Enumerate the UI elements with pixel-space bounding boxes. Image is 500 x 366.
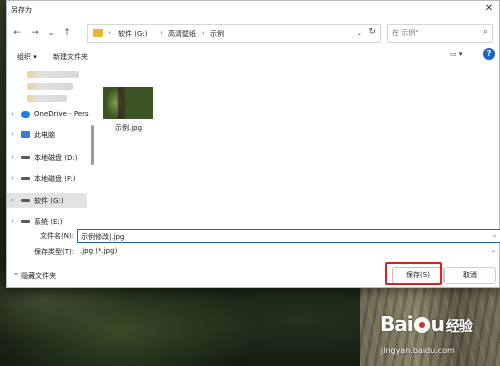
sidebar-item-onedrive[interactable]: › OneDrive - Pers <box>7 107 89 122</box>
computer-icon <box>21 131 30 138</box>
search-input[interactable] <box>392 27 474 39</box>
blurred-item <box>27 71 79 78</box>
brand-left: Bai <box>380 312 414 336</box>
search-box[interactable]: ⌕ <box>387 24 493 43</box>
chevron-right-icon[interactable]: › <box>11 110 14 118</box>
annotation-highlight-box <box>385 262 442 285</box>
search-icon[interactable]: ⌕ <box>483 27 488 37</box>
save-as-dialog: 另存为 ✕ ← → ⌄ ↑ › 软件 (G:) › 高清壁纸 › 示例 ⌄ ↻ … <box>6 0 500 288</box>
sidebar-item-drive-g[interactable]: › 软件 (G:) <box>7 193 87 208</box>
sidebar-item-drive-d[interactable]: › 本地磁盘 (D:) <box>7 150 87 165</box>
breadcrumb-folder[interactable]: 高清壁纸 <box>168 29 196 39</box>
chevron-down-icon[interactable]: ⌄ <box>356 29 362 37</box>
close-icon[interactable]: ✕ <box>483 3 495 15</box>
sidebar-item-label: 软件 (G:) <box>34 197 64 205</box>
drive-icon <box>21 177 30 180</box>
filename-label: 文件名(N): <box>40 232 75 240</box>
blurred-item <box>27 83 73 90</box>
sidebar-item-label: OneDrive - Pers <box>34 110 89 118</box>
cloud-icon <box>21 111 30 118</box>
sidebar-item-label: 此电脑 <box>34 131 55 139</box>
sidebar-item-drive-f[interactable]: › 本地磁盘 (F:) <box>7 171 87 186</box>
help-icon[interactable]: ? <box>483 48 495 60</box>
recent-locations-icon[interactable]: ⌄ <box>45 27 57 39</box>
brand-right: u <box>430 312 445 336</box>
breadcrumb-current[interactable]: 示例 <box>210 29 224 39</box>
chevron-right-icon[interactable]: › <box>11 217 14 225</box>
chevron-right-icon[interactable]: › <box>11 196 14 204</box>
breadcrumb-separator: › <box>160 29 163 37</box>
scrollbar[interactable] <box>91 125 94 165</box>
sidebar-item-label: 系统 (E:) <box>34 218 63 226</box>
file-thumbnail[interactable] <box>103 87 153 119</box>
chevron-right-icon[interactable]: › <box>11 174 14 182</box>
drive-icon <box>21 156 30 159</box>
chevron-right-icon[interactable]: › <box>11 153 14 161</box>
chevron-down-icon[interactable]: ⌄ <box>492 232 497 239</box>
folder-icon <box>93 29 103 37</box>
file-name-label[interactable]: 示例.jpg <box>115 123 142 133</box>
new-folder-button[interactable]: 新建文件夹 <box>53 52 88 62</box>
organize-button[interactable]: 组织 ▾ <box>17 52 37 62</box>
filename-input[interactable]: 示例修改|.jpg ⌄ <box>77 229 500 243</box>
chevron-down-icon[interactable]: ⌄ <box>491 247 496 254</box>
title-bar: 另存为 ✕ <box>7 1 499 17</box>
filename-value[interactable]: 示例修改|.jpg <box>81 232 124 242</box>
forward-arrow-icon[interactable]: → <box>29 27 41 39</box>
dialog-title: 另存为 <box>11 6 32 14</box>
view-options-button[interactable]: ▭ ▾ <box>450 50 480 62</box>
sidebar-item-label: 本地磁盘 (F:) <box>34 175 76 183</box>
address-bar[interactable]: › 软件 (G:) › 高清壁纸 › 示例 ⌄ ↻ <box>87 24 381 43</box>
hide-folders-toggle[interactable]: ⌃ 隐藏文件夹 <box>13 271 56 281</box>
blurred-item <box>27 95 67 102</box>
paw-icon <box>413 317 430 333</box>
up-arrow-icon[interactable]: ↑ <box>61 27 73 39</box>
drive-icon <box>21 199 30 202</box>
filetype-label: 保存类型(T): <box>34 248 75 256</box>
baidu-watermark: Bai u 经验 <box>380 312 473 336</box>
cancel-button[interactable]: 取消 <box>444 267 496 284</box>
brand-suffix: 经验 <box>445 319 473 335</box>
drive-icon <box>21 220 30 223</box>
breadcrumb-drive[interactable]: 软件 (G:) <box>118 29 147 39</box>
back-arrow-icon[interactable]: ← <box>11 27 23 39</box>
navigation-pane: › OneDrive - Pers › 此电脑 › 本地磁盘 (D:) › 本地… <box>7 65 95 227</box>
filetype-select[interactable]: .jpg (*.jpg) ⌄ <box>77 245 499 257</box>
chevron-right-icon[interactable]: › <box>11 130 14 138</box>
refresh-icon[interactable]: ↻ <box>368 27 376 37</box>
sidebar-item-this-pc[interactable]: › 此电脑 <box>7 127 87 142</box>
watermark-url: jingyan.baidu.com <box>381 346 455 355</box>
sidebar-item-drive-e[interactable]: › 系统 (E:) <box>7 214 87 229</box>
breadcrumb-separator: › <box>202 29 205 37</box>
sidebar-item-label: 本地磁盘 (D:) <box>34 154 78 162</box>
breadcrumb-separator: › <box>108 29 111 37</box>
filetype-value[interactable]: .jpg (*.jpg) <box>80 247 117 255</box>
